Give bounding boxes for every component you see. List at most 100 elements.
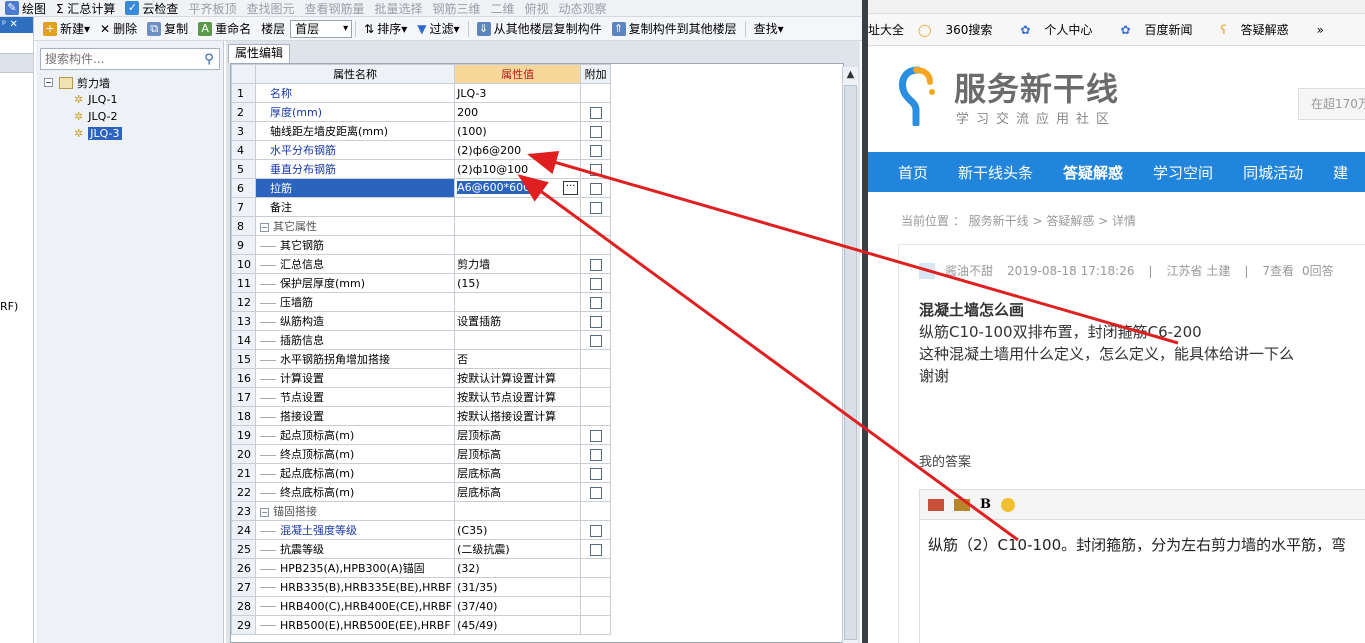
extra-checkbox[interactable] bbox=[589, 106, 602, 119]
extra-checkbox[interactable] bbox=[589, 448, 602, 461]
extra-checkbox[interactable] bbox=[589, 315, 602, 328]
extra-checkbox[interactable] bbox=[589, 277, 602, 290]
bookmark-baidu-news[interactable]: ✿ 百度新闻 bbox=[1120, 21, 1206, 38]
panel-pin-header[interactable]: ᵖ ✕ bbox=[0, 17, 33, 33]
property-value[interactable]: 按默认计算设置计算 bbox=[457, 372, 556, 385]
property-value[interactable]: 设置插筋 bbox=[457, 315, 501, 328]
property-value[interactable]: A6@600*600 bbox=[457, 181, 531, 194]
extra-checkbox[interactable] bbox=[589, 125, 602, 138]
top-view-button[interactable]: 俯视 bbox=[520, 0, 554, 16]
bookmark-qa[interactable]: ʕ 答疑解惑 bbox=[1221, 21, 1303, 38]
property-row[interactable]: 25 抗震等级 (二级抗震) bbox=[231, 539, 612, 559]
property-value-cell[interactable]: 200 bbox=[454, 102, 582, 122]
property-value-cell[interactable]: A6@600*600 ··· bbox=[454, 178, 582, 198]
site-search-input[interactable]: 在超170万 bbox=[1298, 88, 1365, 120]
nav-local-events[interactable]: 同城活动 bbox=[1243, 162, 1303, 183]
property-value[interactable]: 层底标高 bbox=[457, 467, 501, 480]
property-value-cell[interactable] bbox=[454, 330, 582, 350]
collapse-icon[interactable]: − bbox=[44, 78, 53, 87]
tree-item-jlq-2[interactable]: ✲ JLQ-2 bbox=[44, 108, 222, 125]
property-value-cell[interactable]: (37/40) bbox=[454, 596, 582, 616]
property-value-cell[interactable]: (100) bbox=[454, 121, 582, 141]
extra-checkbox[interactable] bbox=[589, 163, 602, 176]
property-value-cell[interactable] bbox=[454, 292, 582, 312]
property-row[interactable]: 10 汇总信息 剪力墙 bbox=[231, 254, 612, 274]
extra-checkbox[interactable] bbox=[589, 429, 602, 442]
scroll-thumb[interactable] bbox=[844, 85, 857, 640]
property-value-cell[interactable]: 剪力墙 bbox=[454, 254, 582, 274]
property-value-cell[interactable] bbox=[454, 216, 582, 236]
extra-checkbox[interactable] bbox=[589, 524, 602, 537]
tree-root[interactable]: − 剪力墙 bbox=[44, 74, 222, 91]
nav-home[interactable]: 首页 bbox=[898, 162, 928, 183]
property-value-cell[interactable]: (2)ф6@200 bbox=[454, 140, 582, 160]
draw-button[interactable]: ✎ 绘图 bbox=[0, 0, 51, 16]
batch-select-button[interactable]: 批量选择 bbox=[369, 0, 427, 16]
orbit-button[interactable]: 动态观察 bbox=[554, 0, 612, 16]
property-row[interactable]: 21 起点底标高(m) 层底标高 bbox=[231, 463, 612, 483]
property-value-cell[interactable] bbox=[454, 501, 582, 521]
bookmark-personal-center[interactable]: ✿ 个人中心 bbox=[1020, 21, 1106, 38]
file-icon[interactable] bbox=[954, 498, 970, 511]
property-value[interactable]: (32) bbox=[457, 562, 480, 575]
property-value[interactable]: (15) bbox=[457, 277, 480, 290]
property-value-cell[interactable]: (C35) bbox=[454, 520, 582, 540]
bold-button[interactable]: B bbox=[980, 497, 991, 512]
property-value-cell[interactable]: 层底标高 bbox=[454, 463, 582, 483]
nav-learning[interactable]: 学习空间 bbox=[1153, 162, 1213, 183]
ellipsis-button[interactable]: ··· bbox=[563, 181, 579, 195]
property-value[interactable]: 按默认节点设置计算 bbox=[457, 391, 556, 404]
property-row[interactable]: 3 轴线距左墙皮距离(mm) (100) bbox=[231, 121, 612, 141]
property-row[interactable]: 6 拉筋 A6@600*600 ··· bbox=[231, 178, 612, 198]
nav-qa[interactable]: 答疑解惑 bbox=[1063, 162, 1123, 183]
search-icon[interactable]: ⚲ bbox=[199, 52, 219, 67]
extra-checkbox[interactable] bbox=[589, 201, 602, 214]
property-value[interactable]: 层底标高 bbox=[457, 486, 501, 499]
cloud-check-button[interactable]: ✓ 云检查 bbox=[120, 0, 183, 16]
bookmark-url-nav[interactable]: 址大全 bbox=[868, 21, 904, 38]
property-value[interactable]: 层顶标高 bbox=[457, 429, 501, 442]
property-value[interactable]: 按默认搭接设置计算 bbox=[457, 410, 556, 423]
property-value[interactable]: (二级抗震) bbox=[457, 543, 510, 556]
sort-button[interactable]: ⇅ 排序 ▾ bbox=[359, 20, 412, 37]
collapse-icon[interactable]: − bbox=[260, 223, 269, 232]
property-value-cell[interactable]: (31/35) bbox=[454, 577, 582, 597]
extra-checkbox[interactable] bbox=[589, 258, 602, 271]
property-value[interactable]: (37/40) bbox=[457, 600, 497, 613]
property-row[interactable]: 16 计算设置 按默认计算设置计算 bbox=[231, 368, 612, 388]
property-row[interactable]: 5 垂直分布钢筋 (2)ф10@100 bbox=[231, 159, 612, 179]
tree-item-jlq-3[interactable]: ✲ JLQ-3 bbox=[44, 125, 222, 142]
property-row[interactable]: 18 搭接设置 按默认搭接设置计算 bbox=[231, 406, 612, 426]
nav-more[interactable]: 建 bbox=[1333, 162, 1348, 183]
emoji-icon[interactable] bbox=[1001, 497, 1015, 512]
site-logo[interactable]: 服务新干线 学习交流应用社区 bbox=[896, 62, 1136, 132]
property-row[interactable]: 2 厚度(mm) 200 bbox=[231, 102, 612, 122]
property-value-cell[interactable]: (二级抗震) bbox=[454, 539, 582, 559]
property-value[interactable]: (C35) bbox=[457, 524, 487, 537]
property-value-cell[interactable]: 层底标高 bbox=[454, 482, 582, 502]
property-row[interactable]: 11 保护层厚度(mm) (15) bbox=[231, 273, 612, 293]
tab-property-edit[interactable]: 属性编辑 bbox=[228, 44, 291, 63]
extra-checkbox[interactable] bbox=[589, 334, 602, 347]
property-value-cell[interactable]: (2)ф10@100 bbox=[454, 159, 582, 179]
property-value-cell[interactable]: 按默认搭接设置计算 bbox=[454, 406, 582, 426]
property-value-cell[interactable]: 设置插筋 bbox=[454, 311, 582, 331]
property-row[interactable]: 13 纵筋构造 设置插筋 bbox=[231, 311, 612, 331]
property-row[interactable]: 12 压墙筋 bbox=[231, 292, 612, 312]
editor-content[interactable]: 纵筋（2）C10-100。封闭箍筋，分为左右剪力墙的水平筋，弯 bbox=[920, 520, 1365, 569]
find-button[interactable]: 查找 ▾ bbox=[749, 20, 789, 37]
copy-from-floor-button[interactable]: ⇓ 从其他楼层复制构件 bbox=[472, 20, 607, 37]
property-row[interactable]: 28 HRB400(C),HRB400E(CE),HRBF (37/40) bbox=[231, 596, 612, 616]
extra-checkbox[interactable] bbox=[589, 467, 602, 480]
property-value[interactable]: (31/35) bbox=[457, 581, 497, 594]
property-row[interactable]: 29 HRB500(E),HRB500E(EE),HRBF (45/49) bbox=[231, 615, 612, 635]
property-value[interactable]: 层顶标高 bbox=[457, 448, 501, 461]
rebar-3d-button[interactable]: 钢筋三维 bbox=[428, 0, 486, 16]
answer-editor[interactable]: B 纵筋（2）C10-100。封闭箍筋，分为左右剪力墙的水平筋，弯 bbox=[919, 489, 1365, 643]
property-row[interactable]: 23− 锚固搭接 bbox=[231, 501, 612, 521]
rename-button[interactable]: A 重命名 bbox=[193, 20, 256, 37]
floor-select[interactable]: 首层 bbox=[290, 19, 353, 38]
avatar[interactable] bbox=[919, 262, 935, 279]
property-value[interactable]: (45/49) bbox=[457, 619, 497, 632]
find-element-button[interactable]: 查找图元 bbox=[241, 0, 299, 16]
